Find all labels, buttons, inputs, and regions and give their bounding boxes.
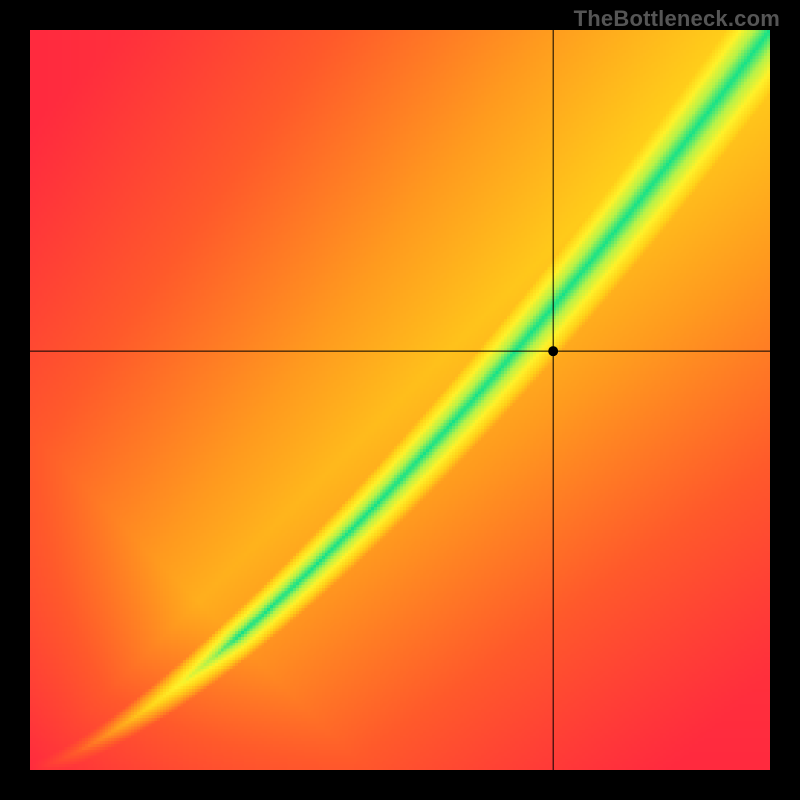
chart-frame: TheBottleneck.com bbox=[0, 0, 800, 800]
plot-area bbox=[30, 30, 770, 770]
heatmap-canvas bbox=[30, 30, 770, 770]
watermark-text: TheBottleneck.com bbox=[574, 6, 780, 32]
